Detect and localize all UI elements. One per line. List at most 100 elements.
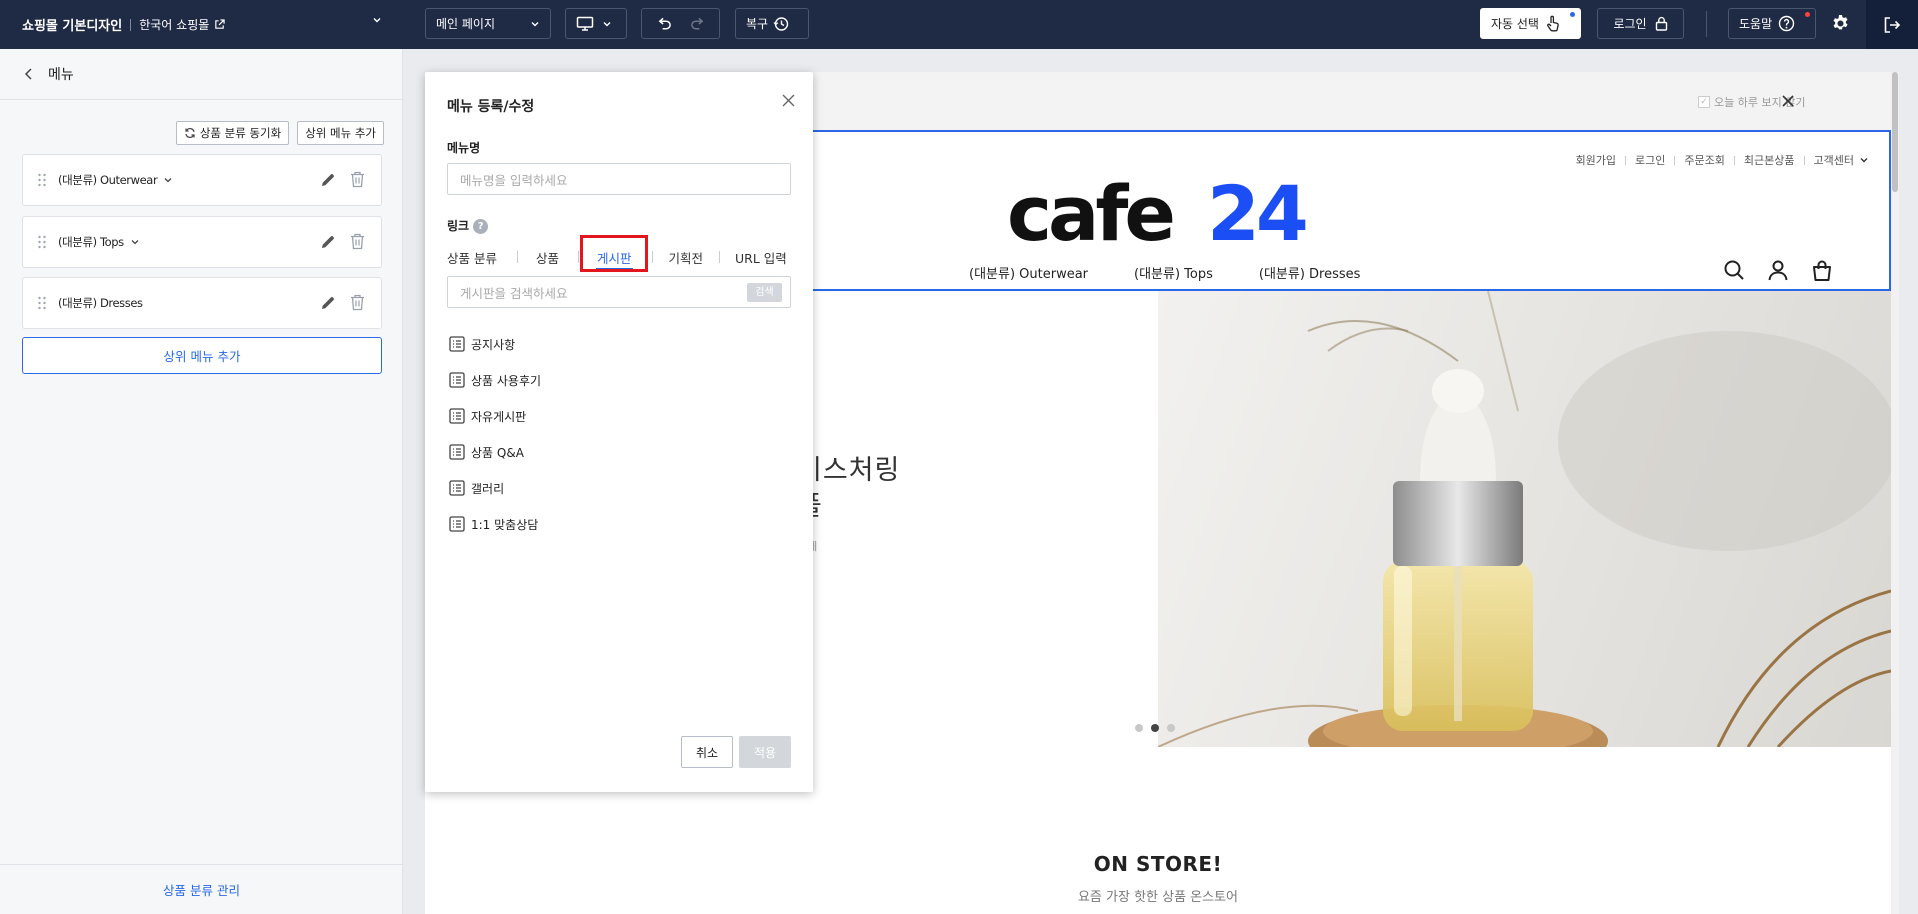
auto-select-button[interactable]: 자동 선택 bbox=[1480, 8, 1581, 39]
board-item-free[interactable]: 자유게시판 bbox=[449, 398, 541, 434]
exit-editor-button[interactable] bbox=[1866, 0, 1918, 49]
restore-button[interactable]: 복구 bbox=[735, 8, 809, 39]
back-chevron-icon[interactable] bbox=[24, 68, 34, 80]
board-item-qna[interactable]: 상품 Q&A bbox=[449, 434, 541, 470]
board-list-icon bbox=[449, 372, 465, 388]
board-item-notice[interactable]: 공지사항 bbox=[449, 326, 541, 362]
shopping-bag-icon[interactable] bbox=[1811, 259, 1833, 281]
board-item-gallery[interactable]: 갤러리 bbox=[449, 470, 541, 506]
page-select-value: 메인 페이지 bbox=[436, 17, 496, 31]
external-link-icon bbox=[215, 19, 225, 29]
chevron-down-icon[interactable] bbox=[163, 175, 173, 185]
sync-category-button[interactable]: 상품 분류 동기화 bbox=[175, 121, 290, 145]
util-link-support[interactable]: 고객센터 bbox=[1814, 152, 1854, 168]
add-parent-menu-button[interactable]: 상위 메뉴 추가 bbox=[22, 337, 382, 374]
user-icon[interactable] bbox=[1767, 259, 1789, 281]
restore-label: 복구 bbox=[746, 17, 769, 31]
header-icons bbox=[1723, 259, 1833, 281]
toolbar-divider bbox=[1706, 11, 1707, 37]
pencil-edit-icon[interactable] bbox=[320, 172, 336, 188]
brand: 쇼핑몰 기본디자인 한국어 쇼핑몰 bbox=[22, 15, 225, 34]
apply-button[interactable]: 적용 bbox=[739, 736, 791, 768]
checkbox-icon: ✓ bbox=[1698, 96, 1710, 108]
shop-language-link[interactable]: 한국어 쇼핑몰 bbox=[139, 16, 225, 33]
board-item-consult[interactable]: 1:1 맞춤상담 bbox=[449, 506, 541, 542]
board-search-input[interactable]: 게시판을 검색하세요 검색 bbox=[447, 276, 791, 308]
tab-url-input[interactable]: URL 입력 bbox=[735, 248, 787, 267]
scrollbar-thumb[interactable] bbox=[1892, 72, 1898, 192]
trash-icon[interactable] bbox=[350, 171, 365, 188]
settings-gear-icon[interactable] bbox=[1831, 14, 1850, 36]
util-link-login[interactable]: 로그인 bbox=[1635, 152, 1665, 168]
cancel-button[interactable]: 취소 bbox=[681, 736, 733, 768]
drag-handle-icon[interactable] bbox=[36, 234, 48, 250]
tab-divider bbox=[578, 251, 579, 263]
tab-category[interactable]: 상품 분류 bbox=[447, 248, 497, 267]
board-list-icon bbox=[449, 480, 465, 496]
menu-item-label: (대분류) Tops bbox=[58, 234, 140, 250]
board-item-label: 상품 Q&A bbox=[471, 445, 524, 460]
tab-exhibition[interactable]: 기획전 bbox=[669, 248, 704, 267]
search-button[interactable]: 검색 bbox=[747, 283, 782, 302]
help-button[interactable]: 도움말 bbox=[1728, 8, 1816, 39]
menu-item-tops[interactable]: (대분류) Tops bbox=[22, 216, 382, 268]
section-title: ON STORE! bbox=[1093, 852, 1223, 876]
divider bbox=[1674, 155, 1676, 165]
close-icon[interactable] bbox=[1782, 91, 1794, 112]
util-link-order[interactable]: 주문조회 bbox=[1684, 152, 1724, 168]
slider-dot-active[interactable] bbox=[1151, 724, 1159, 732]
sync-category-label: 상품 분류 동기화 bbox=[199, 126, 282, 140]
design-dropdown-chevron-icon[interactable] bbox=[372, 14, 382, 28]
util-link-recent[interactable]: 최근본상품 bbox=[1744, 152, 1795, 168]
menu-item-outerwear[interactable]: (대분류) Outerwear bbox=[22, 154, 382, 206]
board-list-icon bbox=[449, 516, 465, 532]
shop-language-label: 한국어 쇼핑몰 bbox=[139, 18, 210, 32]
redo-icon[interactable] bbox=[690, 17, 705, 31]
menu-item-dresses[interactable]: (대분류) Dresses bbox=[22, 277, 382, 329]
gnb-item-outerwear[interactable]: (대분류) Outerwear bbox=[969, 263, 1088, 282]
logo-text-24: 24 bbox=[1207, 180, 1306, 250]
slider-dot[interactable] bbox=[1135, 724, 1143, 732]
on-store-section: ON STORE! 요즘 가장 핫한 상품 온스토어 bbox=[425, 852, 1891, 905]
board-list: 공지사항 상품 사용후기 자유게시판 상품 Q&A 갤러리 1:1 맞춤상담 bbox=[449, 326, 541, 542]
gnb-item-tops[interactable]: (대분류) Tops bbox=[1134, 263, 1213, 282]
add-parent-menu-label: 상위 메뉴 추가 bbox=[163, 349, 241, 364]
chevron-down-icon bbox=[531, 21, 539, 26]
chevron-down-icon[interactable] bbox=[1859, 155, 1869, 165]
tab-product[interactable]: 상품 bbox=[536, 248, 559, 267]
device-select[interactable] bbox=[565, 8, 627, 39]
question-circle-icon bbox=[1778, 15, 1795, 32]
pencil-edit-icon[interactable] bbox=[320, 234, 336, 250]
search-icon[interactable] bbox=[1723, 259, 1745, 281]
trash-icon[interactable] bbox=[350, 294, 365, 311]
logo-text-cafe: cafe bbox=[1007, 180, 1172, 250]
board-item-review[interactable]: 상품 사용후기 bbox=[449, 362, 541, 398]
cafe24-logo[interactable]: cafe 24 bbox=[1007, 180, 1307, 250]
close-icon[interactable] bbox=[782, 94, 795, 110]
login-button[interactable]: 로그인 bbox=[1597, 8, 1684, 39]
help-icon[interactable]: ? bbox=[473, 219, 489, 234]
pencil-edit-icon[interactable] bbox=[320, 295, 336, 311]
category-manage-link[interactable]: 상품 분류 관리 bbox=[0, 864, 403, 914]
menu-name-placeholder: 메뉴명을 입력하세요 bbox=[460, 172, 568, 188]
drag-handle-icon[interactable] bbox=[36, 172, 48, 188]
page-select[interactable]: 메인 페이지 bbox=[425, 8, 551, 39]
slider-dot[interactable] bbox=[1167, 724, 1175, 732]
gnb-item-dresses[interactable]: (대분류) Dresses bbox=[1259, 263, 1361, 282]
drag-handle-icon[interactable] bbox=[36, 295, 48, 311]
undo-icon[interactable] bbox=[657, 17, 672, 31]
chevron-down-icon[interactable] bbox=[130, 237, 140, 247]
util-link-join[interactable]: 회원가입 bbox=[1576, 152, 1616, 168]
board-list-icon bbox=[449, 408, 465, 424]
divider bbox=[1625, 155, 1627, 165]
preview-scrollbar[interactable] bbox=[1891, 72, 1899, 914]
link-label-text: 링크 bbox=[447, 219, 470, 233]
global-nav: (대분류) Outerwear (대분류) Tops (대분류) Dresses bbox=[969, 263, 1360, 282]
menu-name-input[interactable]: 메뉴명을 입력하세요 bbox=[447, 163, 791, 195]
add-parent-menu-small-button[interactable]: 상위 메뉴 추가 bbox=[297, 121, 384, 145]
trash-icon[interactable] bbox=[350, 233, 365, 250]
tab-divider bbox=[719, 251, 721, 263]
hero-product-image bbox=[1157, 291, 1891, 747]
divider bbox=[1733, 155, 1735, 165]
tab-divider bbox=[516, 251, 518, 263]
